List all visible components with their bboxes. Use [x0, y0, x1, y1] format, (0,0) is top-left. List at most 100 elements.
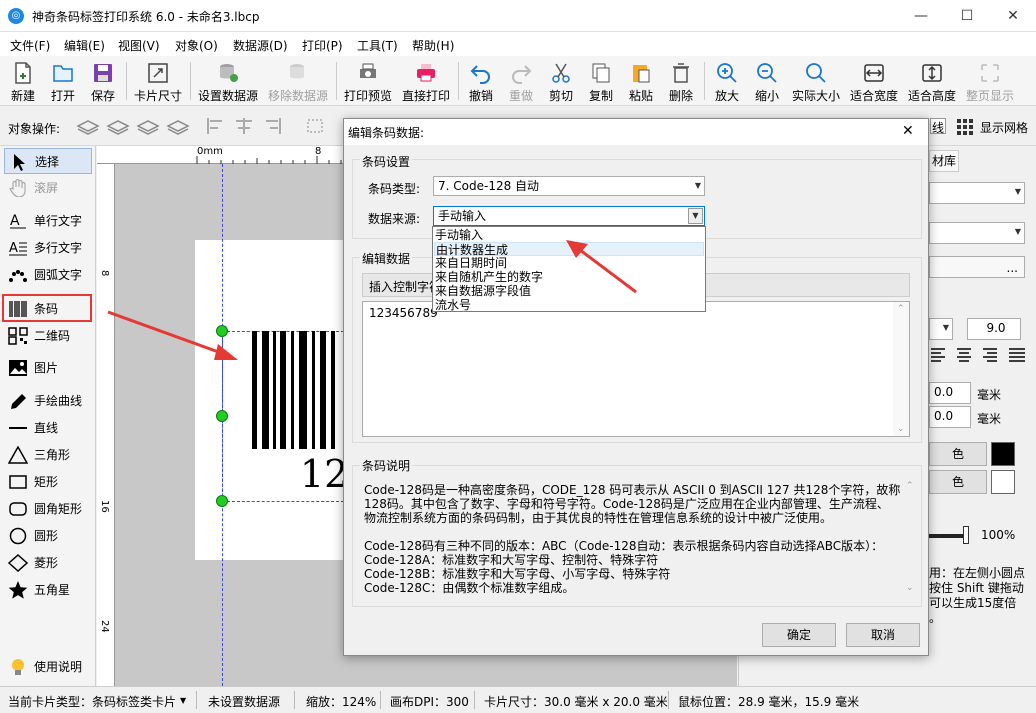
zoom-out-button[interactable]: 缩小 — [750, 56, 784, 106]
cancel-button[interactable]: 取消 — [846, 623, 920, 647]
status-card-type-select[interactable]: 条码标签类卡片 — [92, 693, 176, 710]
maximize-button[interactable]: ☐ — [944, 0, 990, 32]
tool-multi-line-text[interactable]: A 多行文字 — [4, 235, 92, 261]
close-window-button[interactable]: ✕ — [990, 0, 1036, 32]
hint-text-3: 可以生成15度倍 — [929, 596, 1017, 610]
resize-handle[interactable] — [216, 410, 228, 422]
property-dropdown-1[interactable]: ▼ — [929, 182, 1025, 204]
chevron-down-icon: ▼ — [942, 323, 949, 332]
tool-scroll[interactable]: 滚屏 — [4, 175, 92, 201]
cut-button[interactable]: 剪切 — [544, 56, 578, 106]
menu-view[interactable]: 视图(V) — [118, 37, 160, 54]
menu-object[interactable]: 对象(O) — [175, 37, 218, 54]
tool-select[interactable]: 选择 — [4, 148, 92, 174]
ruler-left-24: 24 — [99, 620, 110, 633]
cursor-arrow-icon — [14, 154, 25, 171]
scroll-up-icon[interactable]: ⌃ — [897, 304, 905, 314]
menu-datasource[interactable]: 数据源(D) — [233, 37, 288, 54]
color-button-2[interactable]: 色 — [929, 470, 987, 494]
tool-freehand[interactable]: 手绘曲线 — [4, 388, 92, 414]
redo-button[interactable]: 重做 — [504, 56, 538, 106]
remove-datasource-button[interactable]: 移除数据源 — [266, 56, 330, 106]
resize-handle[interactable] — [216, 495, 228, 507]
card-size-button[interactable]: 卡片尺寸 — [132, 56, 184, 106]
barcode-type-select[interactable]: 7. Code-128 自动 ▼ — [433, 176, 705, 196]
property-dropdown-2[interactable]: ▼ — [929, 222, 1025, 244]
tool-image[interactable]: 图片 — [4, 355, 92, 381]
svg-text:A: A — [10, 213, 20, 229]
paste-button[interactable]: 粘贴 — [624, 56, 658, 106]
align-icon[interactable] — [204, 116, 334, 136]
tool-arc-text[interactable]: 圆弧文字 — [4, 262, 92, 288]
tool-rounded-rect[interactable]: 圆角矩形 — [4, 496, 92, 522]
color-swatch-black[interactable] — [991, 442, 1015, 466]
tool-single-line-text[interactable]: A 单行文字 — [4, 208, 92, 234]
menu-help[interactable]: 帮助(H) — [412, 37, 454, 54]
browse-button[interactable]: ... — [929, 256, 1025, 278]
insert-control-char-button[interactable]: 插入控制字符 — [369, 278, 441, 295]
tool-qrcode[interactable]: 二维码 — [4, 323, 92, 349]
zoom-in-button[interactable]: 放大 — [710, 56, 744, 106]
color-swatch-white[interactable] — [991, 470, 1015, 494]
barcode-bars — [252, 331, 335, 449]
offset-x-spinner[interactable]: 0.0 — [929, 382, 971, 404]
tool-diamond[interactable]: 菱形 — [4, 550, 92, 576]
tool-circle[interactable]: 圆形 — [4, 523, 92, 549]
minimize-button[interactable]: — — [898, 0, 944, 32]
copy-button[interactable]: 复制 — [584, 56, 618, 106]
tool-rounded-rect-label: 圆角矩形 — [34, 502, 83, 516]
opacity-slider-thumb[interactable] — [963, 526, 969, 544]
menu-tools[interactable]: 工具(T) — [357, 37, 398, 54]
print-preview-button[interactable]: 打印预览 — [342, 56, 394, 106]
open-button[interactable]: 打开 — [46, 56, 80, 106]
menu-file[interactable]: 文件(F) — [10, 37, 50, 54]
fit-height-button[interactable]: 适合高度 — [906, 56, 958, 106]
textarea-scrollbar[interactable]: ⌃ ⌄ — [893, 302, 909, 436]
chevron-down-icon[interactable]: ▼ — [180, 696, 186, 705]
description-scrollbar[interactable]: ⌃ ⌄ — [902, 475, 918, 599]
barcode-digits-text: 12 — [300, 452, 349, 496]
barcode-data-textarea[interactable]: 123456789 ⌃ ⌄ — [362, 301, 910, 437]
tool-rectangle[interactable]: 矩形 — [4, 469, 92, 495]
text-align-icons[interactable] — [931, 346, 1027, 364]
dialog-close-button[interactable]: ✕ — [902, 123, 914, 139]
qrcode-icon — [8, 327, 28, 345]
layer-order-icon[interactable] — [76, 116, 196, 136]
opacity-slider[interactable] — [929, 534, 965, 538]
data-source-select[interactable]: 手动输入 ▼ — [433, 206, 705, 226]
scroll-up-icon[interactable]: ⌃ — [906, 481, 914, 491]
scroll-down-icon[interactable]: ⌄ — [906, 583, 914, 593]
show-grid-toggle[interactable]: 显示网格 — [980, 119, 1028, 136]
save-button[interactable]: 保存 — [86, 56, 120, 106]
font-name-dropdown[interactable]: ▼ — [929, 318, 953, 340]
color-button-1[interactable]: 色 — [929, 442, 987, 466]
chevron-down-icon[interactable]: ▼ — [688, 208, 703, 224]
print-label: 直接打印 — [401, 89, 450, 103]
fit-width-button[interactable]: 适合宽度 — [848, 56, 900, 106]
menu-print[interactable]: 打印(P) — [302, 37, 343, 54]
tool-star[interactable]: 五角星 — [4, 577, 92, 603]
dropdown-option-serial[interactable]: 流水号 — [434, 298, 704, 312]
ok-button[interactable]: 确定 — [762, 623, 836, 647]
hint-text-4: 。 — [929, 611, 942, 625]
tab-material-library[interactable]: 材库 — [929, 150, 959, 172]
card-size-icon — [148, 63, 168, 83]
printer-icon — [417, 64, 435, 82]
set-datasource-button[interactable]: 设置数据源 — [196, 56, 260, 106]
actual-size-button[interactable]: 实际大小 — [790, 56, 842, 106]
menu-edit[interactable]: 编辑(E) — [64, 37, 105, 54]
scroll-down-icon[interactable]: ⌄ — [897, 424, 905, 434]
undo-button[interactable]: 撤销 — [464, 56, 498, 106]
delete-button[interactable]: 删除 — [664, 56, 698, 106]
redo-label: 重做 — [508, 89, 533, 103]
full-page-button[interactable]: 整页显示 — [964, 56, 1016, 106]
new-button[interactable]: 新建 — [6, 56, 40, 106]
source-label: 数据来源: — [368, 212, 421, 226]
print-button[interactable]: 直接打印 — [400, 56, 452, 106]
tool-line[interactable]: 直线 — [4, 415, 92, 441]
offset-y-spinner[interactable]: 0.0 — [929, 406, 971, 428]
tool-barcode[interactable]: 条码 — [2, 294, 92, 322]
help-guide-button[interactable]: 使用说明 — [4, 654, 92, 680]
font-size-spinner[interactable]: 9.0 — [967, 318, 1021, 340]
tool-triangle[interactable]: 三角形 — [4, 442, 92, 468]
